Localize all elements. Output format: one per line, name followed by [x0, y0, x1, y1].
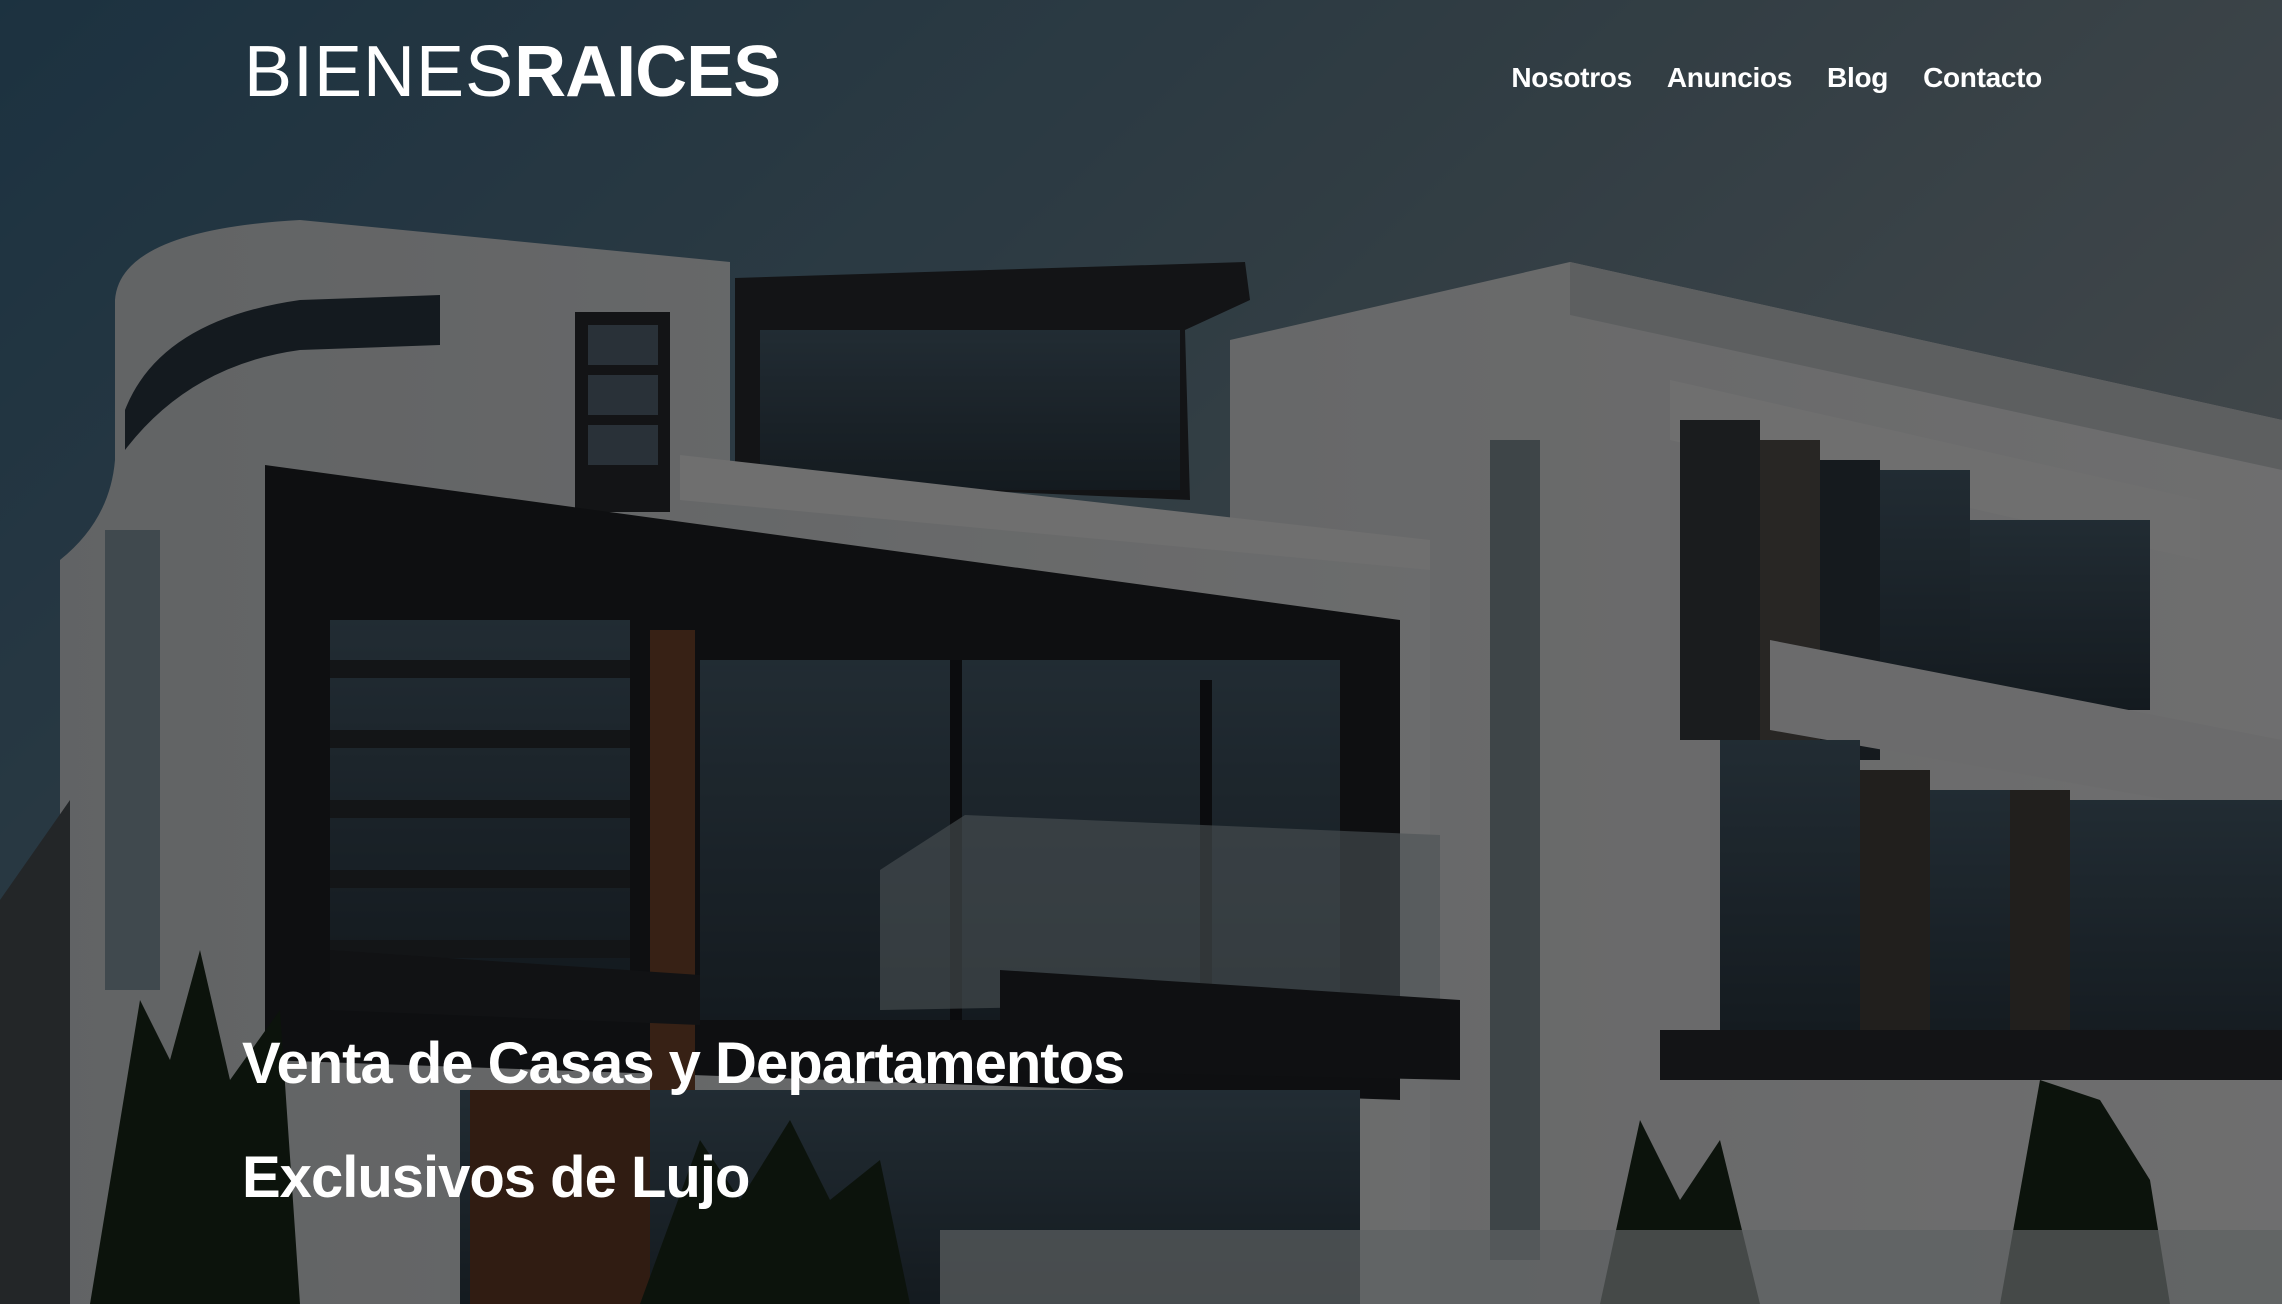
site-logo[interactable]: BIENESRAICES — [244, 30, 781, 114]
nav-link-anuncios[interactable]: Anuncios — [1667, 58, 1792, 98]
hero-heading-line-1: Venta de Casas y Departamentos — [242, 1031, 1125, 1096]
nav-link-contacto[interactable]: Contacto — [1923, 58, 2042, 98]
hero-heading: Venta de Casas y Departamentos Exclusivo… — [242, 1028, 1125, 1214]
site-header: BIENESRAICES Nosotros Anuncios Blog Cont… — [0, 0, 2282, 160]
logo-text-light: BIENES — [244, 32, 515, 112]
nav-link-nosotros[interactable]: Nosotros — [1511, 58, 1632, 98]
main-navigation: Nosotros Anuncios Blog Contacto — [1511, 58, 2042, 98]
hero-heading-line-2: Exclusivos de Lujo — [242, 1145, 750, 1210]
hero-section: BIENESRAICES Nosotros Anuncios Blog Cont… — [0, 0, 2282, 1304]
nav-link-blog[interactable]: Blog — [1827, 58, 1888, 98]
logo-text-bold: RAICES — [514, 32, 781, 112]
